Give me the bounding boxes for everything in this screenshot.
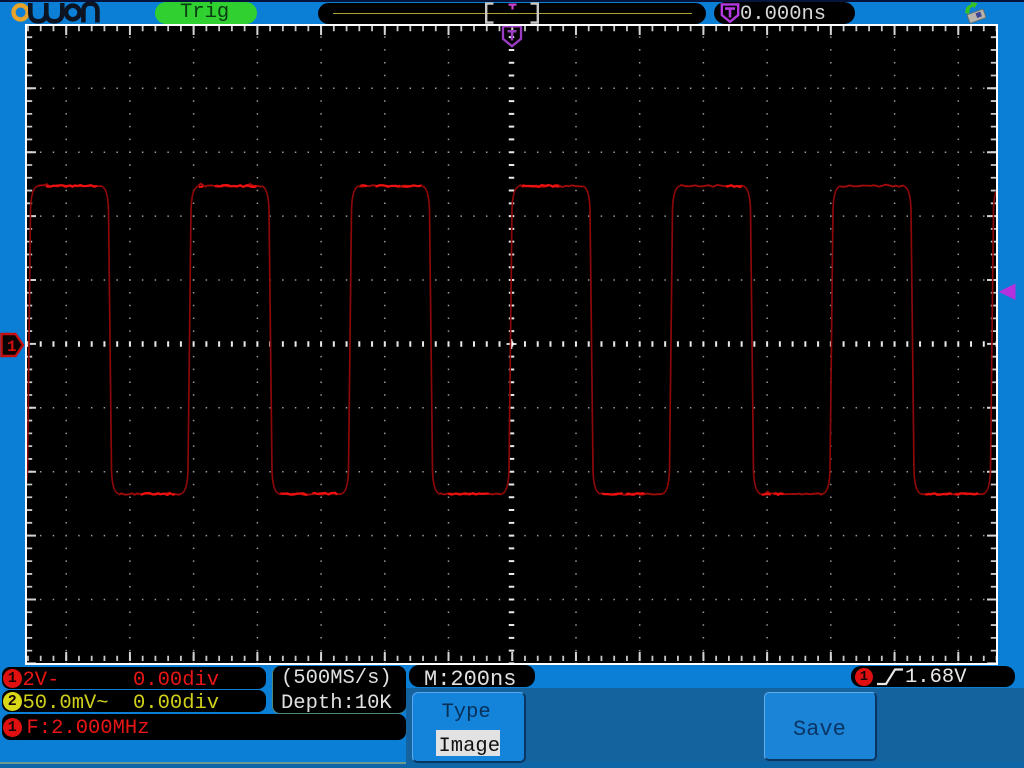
svg-text:1: 1 — [7, 338, 17, 356]
